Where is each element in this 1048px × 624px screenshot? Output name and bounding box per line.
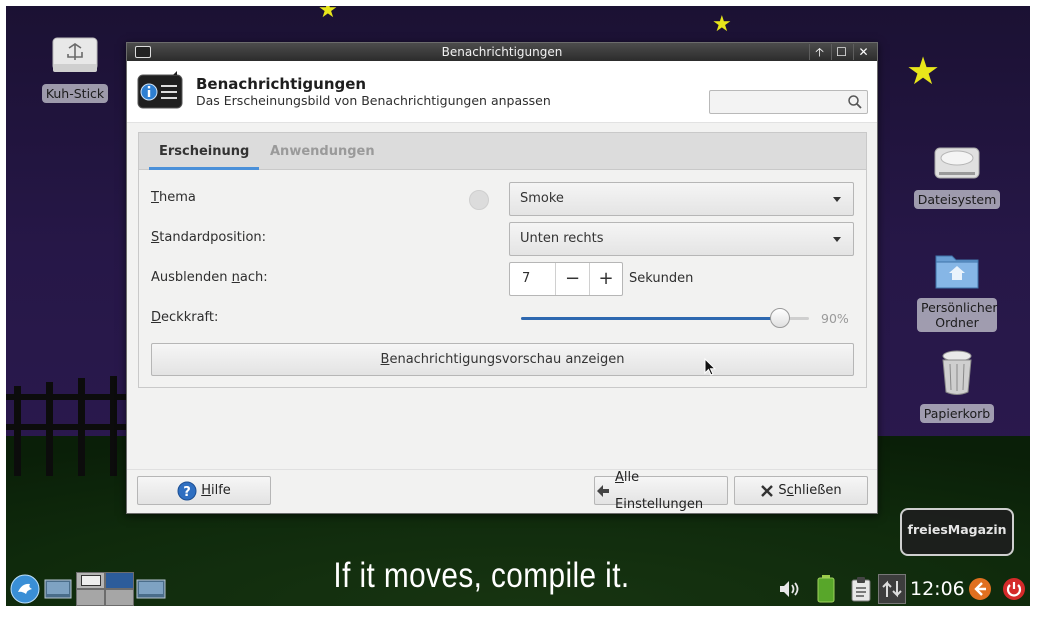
wallpaper-slogan: If it moves, compile it. <box>333 556 630 595</box>
search-box <box>709 90 868 114</box>
fence-decoration <box>6 376 146 476</box>
workspace-1[interactable] <box>76 572 105 589</box>
tab-bar: Erscheinung Anwendungen <box>139 133 866 170</box>
increment-button[interactable]: + <box>589 263 622 295</box>
workspace-switcher <box>76 572 134 606</box>
keep-above-button[interactable]: 🡡 <box>809 44 829 60</box>
theme-value: Smoke <box>520 191 564 206</box>
power-icon[interactable] <box>1002 577 1026 601</box>
hide-after-label: Ausblenden nach: <box>151 270 268 285</box>
desktop-icon-usb[interactable]: Kuh-Stick <box>30 36 120 103</box>
close-icon <box>761 484 774 497</box>
opacity-slider[interactable] <box>521 308 809 328</box>
position-label: Standardposition: <box>151 230 267 245</box>
theme-combobox[interactable]: Smoke <box>509 182 854 216</box>
trash-icon <box>942 350 972 395</box>
help-button[interactable]: ? Hilfe <box>137 476 271 505</box>
freiesmagazin-badge: freiesMagazin <box>900 508 1014 556</box>
window-titlebar[interactable]: Benachrichtigungen 🡡 ☐ ✕ <box>127 43 877 61</box>
desktop-icon-filesystem[interactable]: Dateisystem <box>912 142 1002 209</box>
tab-appearance[interactable]: Erscheinung <box>149 133 260 170</box>
position-combobox[interactable]: Unten rechts <box>509 222 854 256</box>
dialog-header: Benachrichtigungen Das Erscheinungsbild … <box>127 61 877 123</box>
close-button[interactable]: Schließen <box>734 476 868 505</box>
app-menu-icon[interactable] <box>10 574 40 604</box>
preview-notification-button[interactable]: Benachrichtigungsvorschau anzeigen <box>151 343 854 376</box>
notifications-window: Benachrichtigungen 🡡 ☐ ✕ Benachrichtigun… <box>126 42 878 514</box>
network-icon <box>882 580 902 598</box>
notifications-app-icon <box>137 71 183 109</box>
chevron-down-icon <box>833 237 841 242</box>
desktop-icon-label: Papierkorb <box>919 404 995 423</box>
desktop-icon-home[interactable]: Persönlicher Ordner <box>912 248 1002 332</box>
star-decoration: ★ <box>906 49 941 93</box>
search-icon[interactable] <box>847 94 863 110</box>
theme-label: Thema <box>151 190 196 205</box>
hide-after-input[interactable]: 7 <box>510 263 556 295</box>
help-icon: ? <box>177 481 197 500</box>
desktop-icon-label: Kuh-Stick <box>41 84 109 103</box>
desktop-icon-trash[interactable]: Papierkorb <box>912 350 1002 423</box>
logout-icon[interactable] <box>968 577 992 601</box>
clipboard-icon[interactable] <box>850 576 872 602</box>
opacity-label: Deckkraft: <box>151 310 219 325</box>
usb-icon <box>52 37 98 72</box>
theme-preview-dot <box>469 190 489 210</box>
chevron-down-icon <box>833 197 841 202</box>
arrow-left-icon <box>597 484 609 497</box>
workspace-2[interactable] <box>105 572 134 589</box>
settings-panel: Erscheinung Anwendungen Thema Smoke Stan… <box>138 132 867 388</box>
mouse-cursor-icon <box>704 358 716 376</box>
hide-after-unit: Sekunden <box>629 271 694 286</box>
search-input[interactable] <box>710 91 842 113</box>
network-indicator[interactable] <box>878 574 906 604</box>
battery-icon[interactable] <box>816 575 836 603</box>
close-window-button[interactable]: ✕ <box>853 44 873 60</box>
home-folder-icon <box>935 255 979 289</box>
all-settings-button[interactable]: Alle Einstellungen <box>594 470 728 512</box>
star-decoration: ★ <box>318 6 338 23</box>
drive-icon <box>934 147 980 179</box>
tab-content-appearance: Thema Smoke Standardposition: Unten rech… <box>139 170 866 387</box>
taskbar-window-icon[interactable] <box>136 578 166 600</box>
hide-after-spinbutton: 7 − + <box>509 262 623 296</box>
clock[interactable]: 12:06 <box>910 578 965 600</box>
slider-fill <box>521 317 781 320</box>
volume-icon[interactable] <box>778 579 802 599</box>
desktop-icon-label: Dateisystem <box>913 190 1001 209</box>
dialog-subtitle: Das Erscheinungsbild von Benachrichtigun… <box>196 93 551 108</box>
slider-handle[interactable] <box>770 308 791 328</box>
desktop-icon-label: Persönlicher Ordner <box>917 298 998 332</box>
maximize-button[interactable]: ☐ <box>831 44 851 60</box>
star-decoration: ★ <box>712 12 732 37</box>
tab-applications[interactable]: Anwendungen <box>260 133 385 170</box>
workspace-4[interactable] <box>105 589 134 606</box>
dialog-title: Benachrichtigungen <box>196 75 367 93</box>
show-desktop-icon[interactable] <box>44 578 72 600</box>
window-title: Benachrichtigungen <box>441 45 563 59</box>
opacity-value: 90% <box>821 311 849 326</box>
window-controls: 🡡 ☐ ✕ <box>809 44 873 60</box>
dialog-footer: ? Hilfe Alle Einstellungen Schließen <box>127 469 877 513</box>
workspace-3[interactable] <box>76 589 105 606</box>
decrement-button[interactable]: − <box>556 263 589 295</box>
svg-text:?: ? <box>183 485 191 500</box>
window-app-icon[interactable] <box>135 46 151 58</box>
position-value: Unten rechts <box>520 231 604 246</box>
